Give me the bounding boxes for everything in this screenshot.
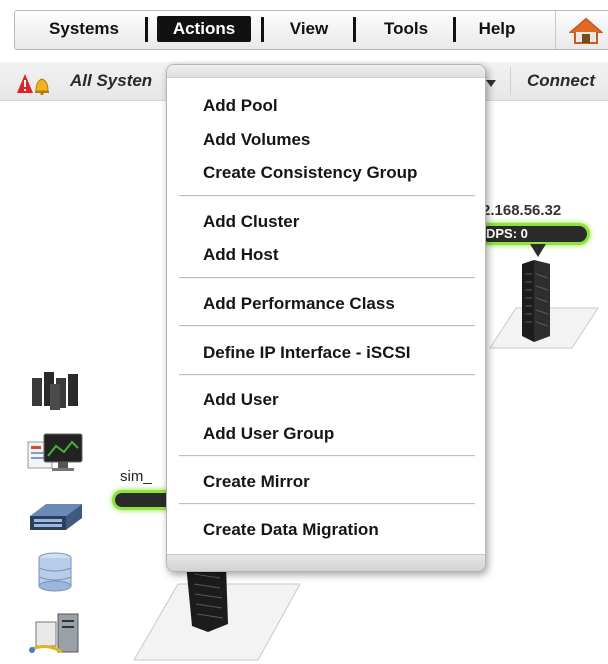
menu-separator: [353, 17, 356, 42]
actions-dropdown-menu: Add Pool Add Volumes Create Consistency …: [166, 64, 486, 572]
storage-system-icon[interactable]: [130, 560, 306, 664]
menu-item-add-host[interactable]: Add Host: [203, 244, 279, 266]
menu-actions[interactable]: Actions: [157, 16, 251, 42]
menu-separator: [261, 17, 264, 42]
menu-item-create-data-migration[interactable]: Create Data Migration: [203, 519, 379, 541]
menubar-divider: [555, 11, 556, 49]
menu-help[interactable]: Help: [471, 16, 523, 42]
menu-tools[interactable]: Tools: [373, 16, 439, 42]
menu-item-add-user-group[interactable]: Add User Group: [203, 423, 334, 445]
menu-separator: [453, 17, 456, 42]
database-icon[interactable]: [26, 550, 84, 594]
dropdown-header: [167, 65, 485, 78]
menu-divider: [179, 195, 475, 196]
menu-item-add-volumes[interactable]: Add Volumes: [203, 129, 310, 151]
menu-item-add-user[interactable]: Add User: [203, 389, 279, 411]
system-name-label: sim_: [120, 468, 152, 485]
menu-item-add-pool[interactable]: Add Pool: [203, 95, 278, 117]
menu-item-add-cluster[interactable]: Add Cluster: [203, 211, 299, 233]
menu-systems[interactable]: Systems: [37, 16, 131, 42]
menu-divider: [179, 374, 475, 375]
menu-divider: [179, 325, 475, 326]
menu-divider: [179, 277, 475, 278]
xiv-gui-window: Systems Actions View Tools Help All Syst…: [0, 0, 608, 664]
menu-separator: [145, 17, 148, 42]
status-divider: [510, 67, 511, 95]
menu-divider: [179, 503, 475, 504]
menu-view[interactable]: View: [279, 16, 339, 42]
system-ip-label: 2.168.56.32: [482, 202, 562, 219]
servers-icon[interactable]: [26, 368, 84, 412]
chevron-down-icon[interactable]: [486, 80, 496, 87]
iops-readout: DPS: 0: [486, 226, 528, 241]
storage-system-icon[interactable]: [482, 250, 602, 362]
alert-bells-icon[interactable]: [16, 73, 52, 95]
menu-divider: [179, 455, 475, 456]
menu-item-define-ip-interface-iscsi[interactable]: Define IP Interface - iSCSI: [203, 342, 411, 364]
dashboard-monitor-icon[interactable]: [26, 432, 84, 476]
connect-button[interactable]: Connect: [527, 70, 595, 92]
host-computer-icon[interactable]: [26, 612, 84, 656]
dropdown-footer: [167, 554, 485, 571]
storage-array-icon[interactable]: [26, 492, 84, 536]
home-icon[interactable]: [569, 17, 603, 45]
systems-selector-label[interactable]: All Systen: [70, 70, 152, 92]
menu-item-create-mirror[interactable]: Create Mirror: [203, 471, 310, 493]
menu-item-add-performance-class[interactable]: Add Performance Class: [203, 293, 395, 315]
menu-item-create-consistency-group[interactable]: Create Consistency Group: [203, 162, 417, 184]
main-menubar: Systems Actions View Tools Help: [14, 10, 608, 50]
